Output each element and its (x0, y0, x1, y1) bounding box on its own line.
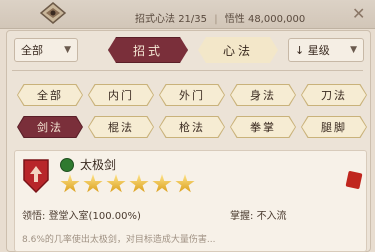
tab-mind-method-label: 心法 (222, 43, 253, 58)
subtab-outer-sect-label: 外门 (179, 89, 205, 102)
element-wood-icon (60, 158, 74, 172)
subtab-kick[interactable]: 腿脚 (301, 116, 367, 138)
tab-moves[interactable]: 招式 (108, 37, 188, 63)
subtab-staff-label: 棍法 (108, 121, 134, 134)
divider (12, 70, 363, 71)
subtab-movement[interactable]: 身法 (230, 84, 296, 106)
chevron-down-icon: ▼ (64, 45, 71, 55)
mastery-label: 掌握: (230, 211, 254, 222)
subtab-all[interactable]: 全部 (17, 84, 83, 106)
subtab-sword-label: 剑法 (37, 121, 63, 134)
tab-moves-label: 招式 (132, 43, 163, 58)
star-icon (152, 174, 172, 193)
proficiency-readout: 领悟: 登堂入室(100.00%) (22, 207, 141, 222)
star-icon (106, 174, 126, 193)
star-icon (175, 174, 195, 193)
moves-value: 21/35 (178, 14, 208, 25)
subtab-kick-label: 腿脚 (321, 121, 347, 134)
category-dropdown[interactable]: 全部 ▼ (14, 38, 78, 62)
subtab-saber[interactable]: 刀法 (301, 84, 367, 106)
sect-emblem-icon (40, 2, 66, 24)
category-value: 全部 (21, 44, 43, 57)
sort-dropdown[interactable]: ↓ 星级 ▼ (288, 38, 364, 62)
proficiency-label: 领悟: (22, 211, 46, 222)
moves-label: 招式心法 (135, 14, 175, 25)
top-bar: 招式心法 21/35 | 悟性 48,000,000 ✕ (0, 0, 375, 29)
sort-label: 星级 (307, 44, 330, 57)
subtab-sword[interactable]: 剑法 (17, 116, 83, 138)
star-icon (83, 174, 103, 193)
comprehension-value: 48,000,000 (247, 14, 306, 25)
star-rating (60, 174, 195, 194)
subtab-inner-sect-label: 内门 (108, 89, 134, 102)
subtab-movement-label: 身法 (250, 89, 276, 102)
tab-mind-method[interactable]: 心法 (198, 37, 278, 63)
subtab-outer-sect[interactable]: 外门 (159, 84, 225, 106)
subtab-all-label: 全部 (37, 89, 63, 102)
star-icon (129, 174, 149, 193)
chevron-down-icon: ▼ (350, 45, 357, 55)
mastery-readout: 掌握: 不入流 (230, 207, 287, 222)
star-icon (60, 174, 80, 193)
subtab-fist-label: 拳掌 (250, 121, 276, 134)
stat-separator: | (214, 14, 218, 25)
proficiency-value: 登堂入室(100.00%) (48, 211, 141, 222)
rank-shield-icon (23, 159, 49, 194)
sort-value: ↓ 星级 (295, 42, 330, 58)
subtab-spear-label: 枪法 (179, 121, 205, 134)
close-icon[interactable]: ✕ (352, 4, 365, 23)
subtab-fist[interactable]: 拳掌 (230, 116, 296, 138)
stats-readout: 招式心法 21/35 | 悟性 48,000,000 (135, 10, 305, 25)
subtab-staff[interactable]: 棍法 (88, 116, 154, 138)
comprehension-label: 悟性 (224, 14, 245, 25)
subtab-saber-label: 刀法 (321, 89, 347, 102)
skill-name: 太极剑 (80, 158, 117, 172)
skill-description: 8.6%的几率使出太极剑，对目标造成大量伤害... (22, 235, 216, 245)
subtab-spear[interactable]: 枪法 (159, 116, 225, 138)
subtab-inner-sect[interactable]: 内门 (88, 84, 154, 106)
sort-arrow-icon: ↓ (295, 44, 305, 57)
mastery-value: 不入流 (256, 211, 287, 222)
